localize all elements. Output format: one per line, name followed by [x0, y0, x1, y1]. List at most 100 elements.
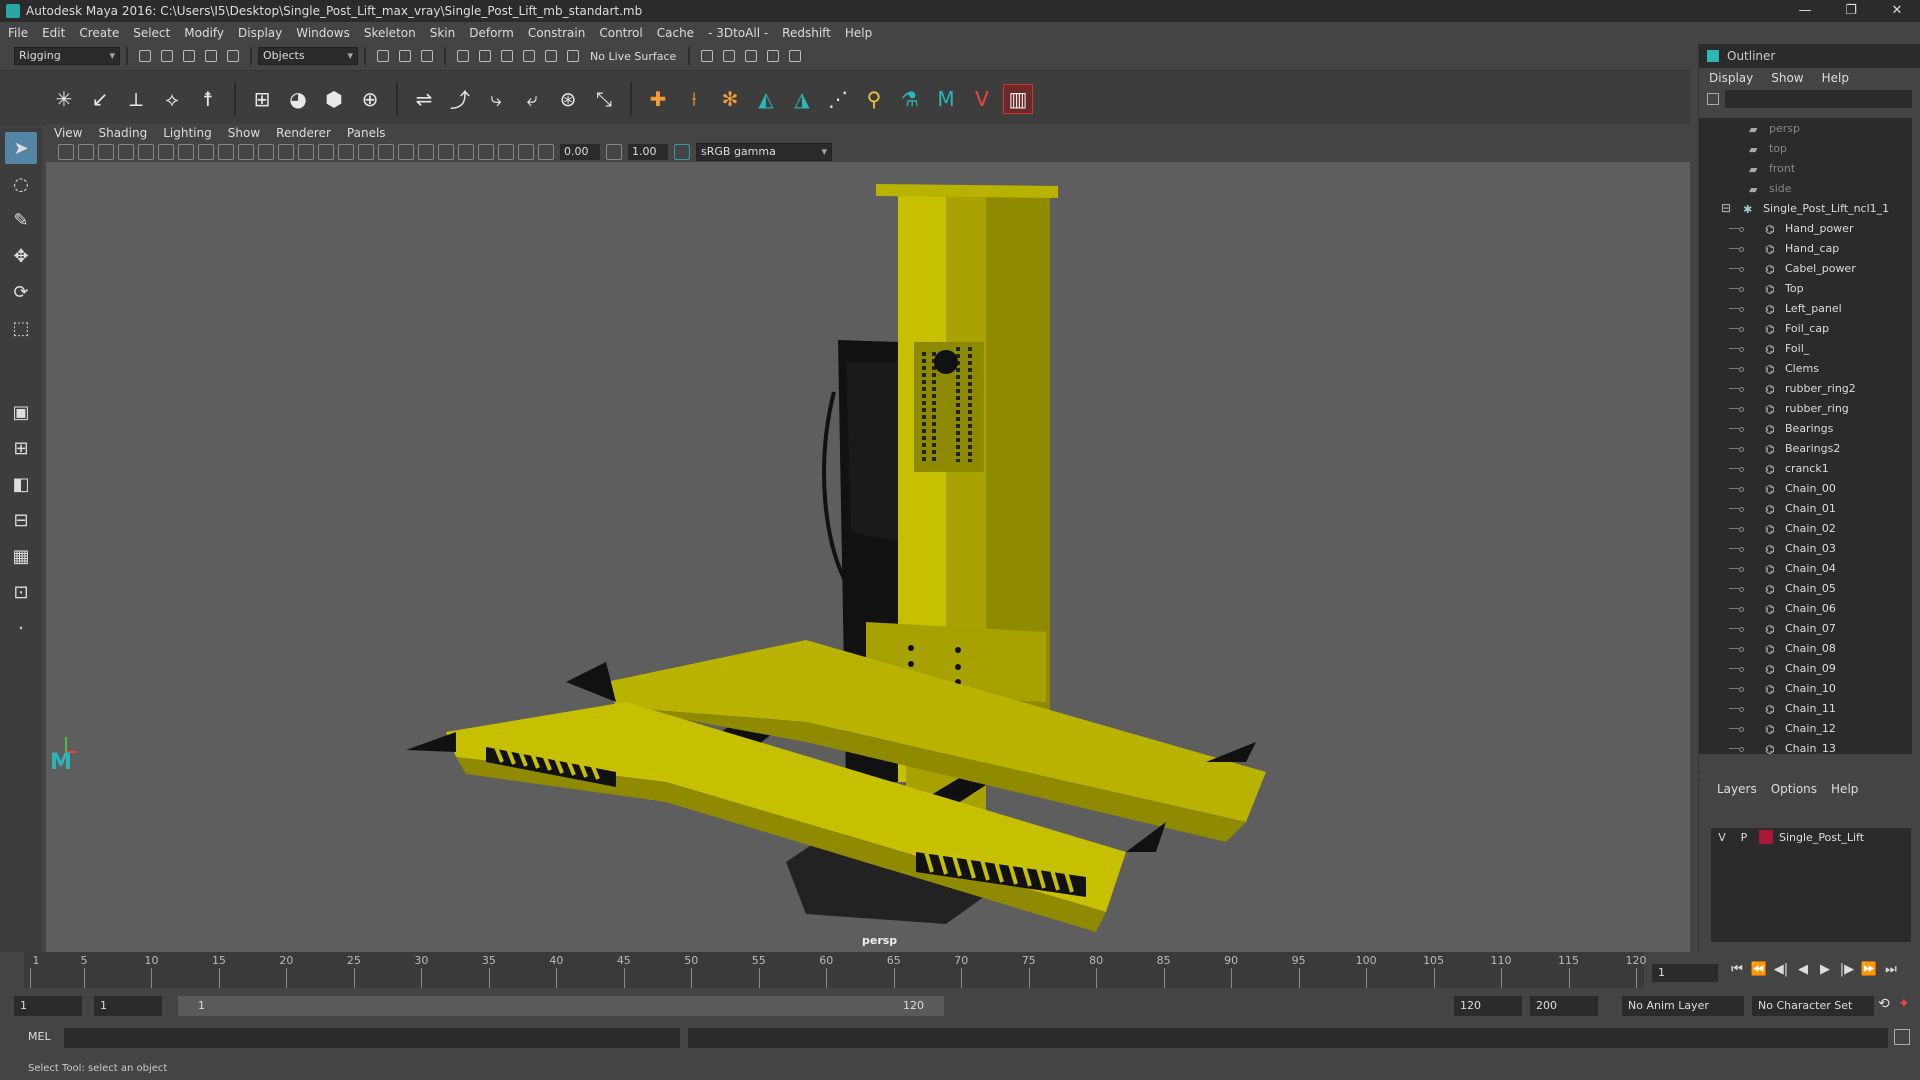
auto-key-icon[interactable]: ⟲	[1878, 996, 1890, 1012]
smooth-bind-icon[interactable]: ⤷	[481, 84, 511, 114]
outliner-item[interactable]: ⌬ Chain_03	[1699, 538, 1913, 558]
grid-icon[interactable]	[158, 144, 174, 160]
snap-curve-icon[interactable]	[476, 47, 494, 65]
layers-menu-options[interactable]: Options	[1771, 782, 1817, 796]
layer-playback-toggle[interactable]: P	[1733, 831, 1755, 844]
menu-3dtoall[interactable]: - 3DtoAll -	[708, 26, 768, 40]
perspective-outliner-layout-icon[interactable]: ◧	[5, 468, 37, 500]
render-view-icon[interactable]	[764, 47, 782, 65]
layer-visibility-toggle[interactable]: V	[1711, 831, 1733, 844]
outliner-item[interactable]: ⌬ Chain_11	[1699, 698, 1913, 718]
outliner-menu-show[interactable]: Show	[1771, 71, 1803, 85]
layer-name[interactable]: Single_Post_Lift	[1779, 831, 1864, 844]
restore-button[interactable]: ❐	[1828, 0, 1874, 22]
paint-weights-icon[interactable]: ⤴	[445, 84, 475, 114]
step-back-frame-icon[interactable]: ◀|	[1770, 962, 1792, 977]
layers-menu-help[interactable]: Help	[1831, 782, 1858, 796]
textured-icon[interactable]	[318, 144, 334, 160]
playback-end-field[interactable]: 120	[1454, 996, 1522, 1016]
color-management-icon[interactable]	[674, 144, 690, 160]
rotate-tool-icon[interactable]: ⟳	[5, 276, 37, 308]
paint-select-icon[interactable]: ✎	[5, 204, 37, 236]
orient-constraint-icon[interactable]: ✻	[715, 84, 745, 114]
perspective-viewport[interactable]: M persp	[46, 162, 1690, 952]
single-perspective-layout-icon[interactable]: ▣	[5, 396, 37, 428]
film-gate-icon[interactable]	[178, 144, 194, 160]
menu-skin[interactable]: Skin	[430, 26, 456, 40]
outliner-item[interactable]: ⌬ Chain_10	[1699, 678, 1913, 698]
menu-modify[interactable]: Modify	[184, 26, 224, 40]
gamma-icon[interactable]	[606, 144, 622, 160]
outliner-item[interactable]: ⌬ rubber_ring2	[1699, 378, 1913, 398]
blend-shape-icon[interactable]: ◕	[283, 84, 313, 114]
xray-joints-icon[interactable]	[498, 144, 514, 160]
outliner-item[interactable]: ⌬ Chain_13	[1699, 738, 1913, 754]
detach-skin-icon[interactable]: ⤶	[517, 84, 547, 114]
viewport-menu-show[interactable]: Show	[228, 126, 260, 140]
safe-action-icon[interactable]	[258, 144, 274, 160]
outliner-item[interactable]: ⌬ Top	[1699, 278, 1913, 298]
humanik-icon[interactable]: ☨	[193, 84, 223, 114]
resolution-gate-icon[interactable]	[198, 144, 214, 160]
current-frame-field[interactable]: 1	[1652, 964, 1718, 982]
layer-row[interactable]: V P Single_Post_Lift	[1711, 828, 1911, 846]
outliner-item[interactable]: ⌬ Bearings	[1699, 418, 1913, 438]
menu-select[interactable]: Select	[133, 26, 170, 40]
anim-prefs-icon[interactable]: ✦	[1898, 996, 1910, 1012]
isolate-select-icon[interactable]	[458, 144, 474, 160]
outliner-item-camera[interactable]: ▰ front	[1699, 158, 1913, 178]
live-surface-label[interactable]: No Live Surface	[590, 50, 676, 63]
cluster-icon[interactable]: ⊞	[247, 84, 277, 114]
command-language-label[interactable]: MEL	[28, 1030, 51, 1043]
perspective-graph-layout-icon[interactable]: ⊟	[5, 504, 37, 536]
render-frame-icon[interactable]	[720, 47, 738, 65]
play-forward-icon[interactable]: ▶	[1814, 962, 1836, 977]
outliner-item-root[interactable]: ⊟ ✱ Single_Post_Lift_ncl1_1	[1699, 198, 1913, 218]
add-influence-icon[interactable]: ⊛	[553, 84, 583, 114]
maya-m-icon[interactable]: M	[931, 84, 961, 114]
menu-windows[interactable]: Windows	[296, 26, 350, 40]
menu-help[interactable]: Help	[845, 26, 872, 40]
outliner-scrollbar[interactable]	[1912, 118, 1920, 754]
bind-skin-icon[interactable]: ⇌	[409, 84, 439, 114]
use-lights-icon[interactable]	[338, 144, 354, 160]
set-driven-key-icon[interactable]: ⚲	[859, 84, 889, 114]
select-tool-icon[interactable]: ➤	[5, 132, 37, 164]
outliner-item[interactable]: ⌬ Foil_	[1699, 338, 1913, 358]
scale-constraint-icon[interactable]: ◭	[751, 84, 781, 114]
outliner-item[interactable]: ⌬ Hand_cap	[1699, 238, 1913, 258]
ambient-occlusion-icon[interactable]	[378, 144, 394, 160]
outliner-item[interactable]: ⌬ Chain_00	[1699, 478, 1913, 498]
menu-set-dropdown[interactable]: Rigging	[14, 47, 120, 65]
four-view-layout-icon[interactable]: ⊞	[5, 432, 37, 464]
render-stats-icon[interactable]: ▥	[1003, 83, 1033, 114]
menu-file[interactable]: File	[8, 26, 28, 40]
menu-redshift[interactable]: Redshift	[782, 26, 831, 40]
vector-icon[interactable]: V	[967, 84, 997, 114]
image-plane-icon[interactable]	[118, 144, 134, 160]
outliner-item[interactable]: ⌬ Hand_power	[1699, 218, 1913, 238]
smooth-shade-icon[interactable]	[298, 144, 314, 160]
exposure-icon[interactable]	[538, 144, 554, 160]
anim-start-field[interactable]: 1	[14, 996, 82, 1016]
snap-view-icon[interactable]	[520, 47, 538, 65]
outliner-item[interactable]: ⌬ Bearings2	[1699, 438, 1913, 458]
wireframe-icon[interactable]	[278, 144, 294, 160]
pole-vector-icon[interactable]: ⋰	[823, 84, 853, 114]
scale-tool-icon[interactable]: ⬚	[5, 312, 37, 344]
depth-of-field-icon[interactable]	[438, 144, 454, 160]
field-chart-icon[interactable]	[238, 144, 254, 160]
outliner-item[interactable]: ⌬ Chain_08	[1699, 638, 1913, 658]
outliner-item[interactable]: ⌬ Chain_04	[1699, 558, 1913, 578]
hypershade-icon[interactable]	[786, 47, 804, 65]
redo-icon[interactable]	[224, 47, 242, 65]
viewport-menu-panels[interactable]: Panels	[347, 126, 386, 140]
ik-spline-icon[interactable]: ⟂	[121, 84, 151, 114]
open-scene-icon[interactable]	[158, 47, 176, 65]
joint-tool-icon[interactable]: ✳	[49, 84, 79, 114]
select-by-component-icon[interactable]	[418, 47, 436, 65]
menu-deform[interactable]: Deform	[469, 26, 514, 40]
menu-constrain[interactable]: Constrain	[528, 26, 586, 40]
new-scene-icon[interactable]	[136, 47, 154, 65]
anti-aliasing-icon[interactable]	[418, 144, 434, 160]
